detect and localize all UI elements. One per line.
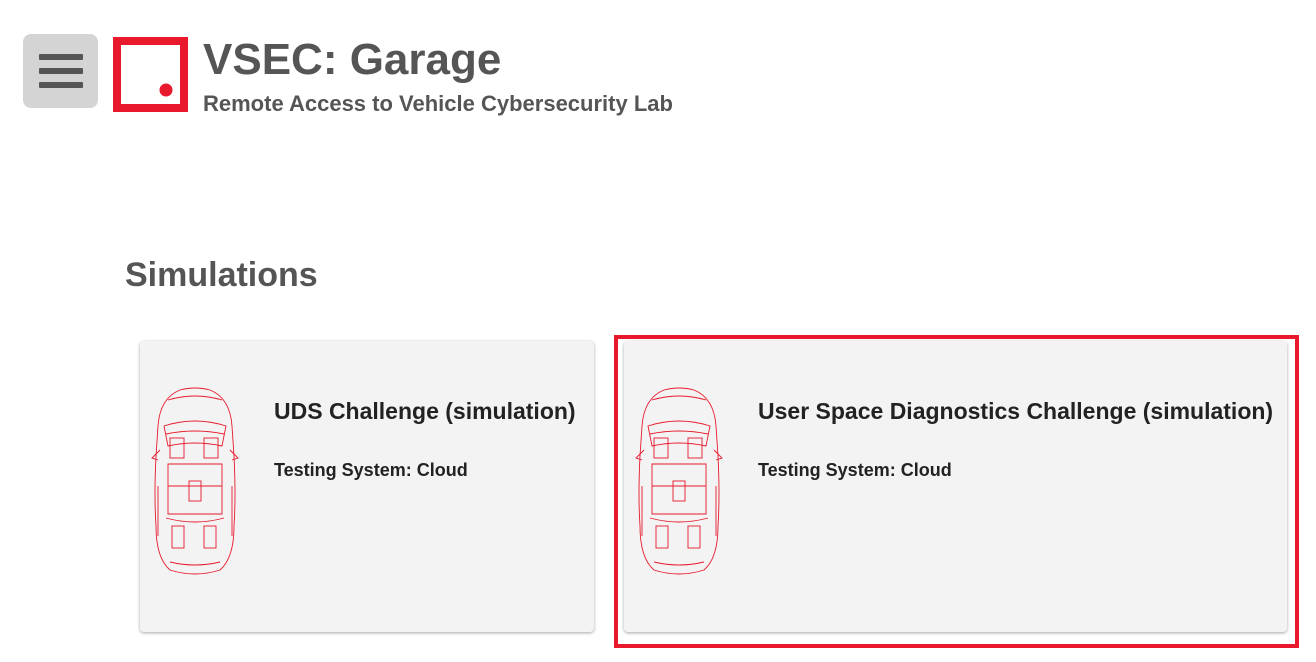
app-title: VSEC: Garage: [203, 35, 502, 84]
car-top-view-icon: [151, 387, 239, 575]
card-testing-system: Testing System: Cloud: [758, 460, 952, 480]
card-title: UDS Challenge (simulation): [274, 398, 576, 424]
car-top-view-icon: [635, 387, 723, 575]
card-title: User Space Diagnostics Challenge (simula…: [758, 398, 1274, 424]
menu-button[interactable]: [23, 34, 98, 108]
vsec-logo-icon[interactable]: [113, 37, 188, 112]
hamburger-menu-icon: [38, 54, 83, 88]
card-testing-system: Testing System: Cloud: [274, 460, 468, 480]
simulation-card[interactable]: UDS Challenge (simulation) Testing Syste…: [140, 341, 594, 632]
section-title: Simulations: [125, 256, 318, 294]
page: VSEC: Garage Remote Access to Vehicle Cy…: [0, 0, 1316, 662]
app-subtitle: Remote Access to Vehicle Cybersecurity L…: [203, 91, 673, 116]
simulation-card[interactable]: User Space Diagnostics Challenge (simula…: [624, 341, 1287, 632]
